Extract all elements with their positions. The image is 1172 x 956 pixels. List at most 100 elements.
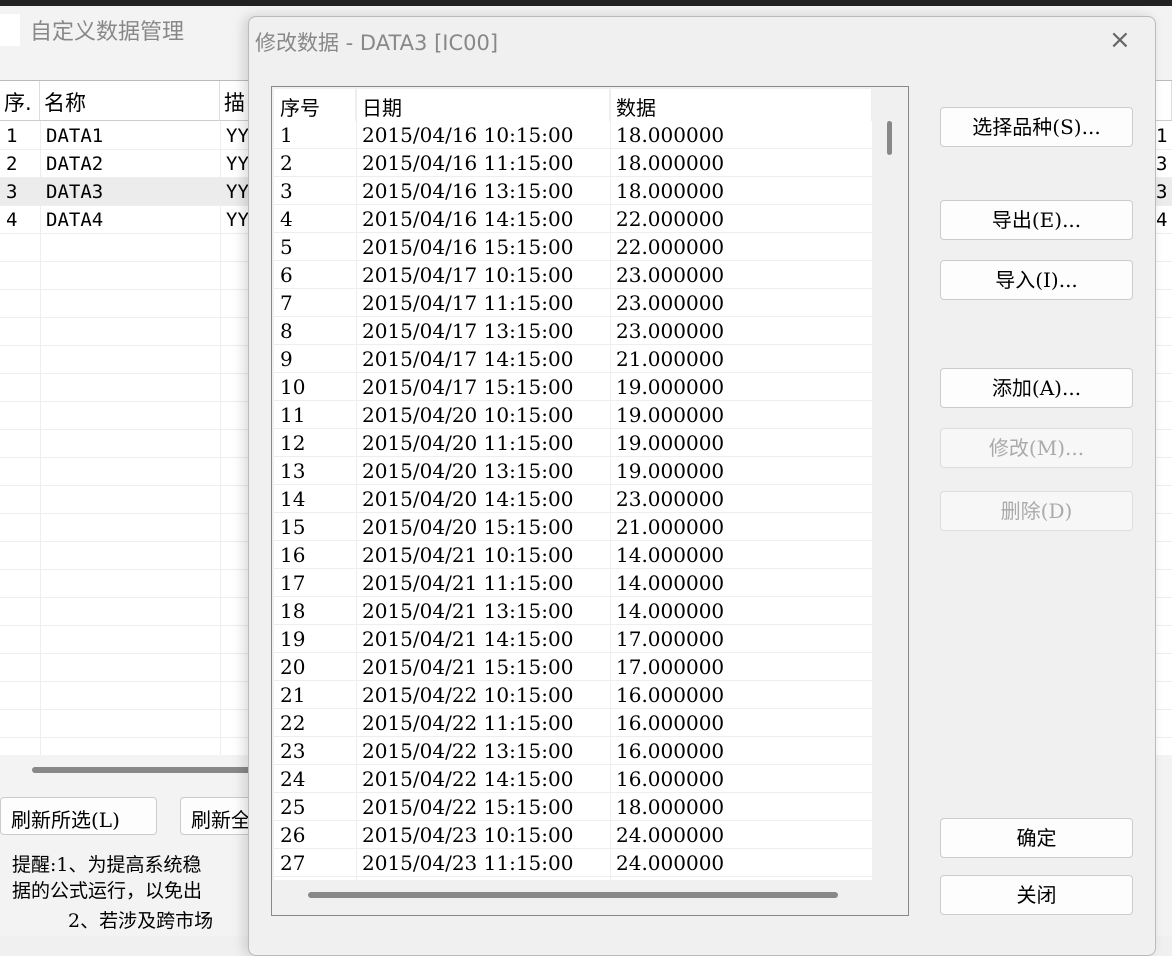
- cell-date: 2015/04/21 13:15:00: [362, 599, 574, 623]
- cell-no: 4: [6, 209, 18, 231]
- cell-date: 2015/04/20 13:15:00: [362, 459, 574, 483]
- column-header-value[interactable]: 数据: [610, 89, 872, 121]
- cell-date: 2015/04/17 14:15:00: [362, 347, 574, 371]
- cell-date: 2015/04/22 10:15:00: [362, 683, 574, 707]
- cell-index: 25: [280, 795, 306, 819]
- table-row[interactable]: 20 2015/04/21 15:15:00 17.000000: [274, 653, 872, 681]
- cell-value: 17.000000: [616, 655, 725, 679]
- cell-index: 23: [280, 739, 306, 763]
- cell-no: 1: [6, 125, 18, 147]
- table-row[interactable]: 10 2015/04/17 15:15:00 19.000000: [274, 373, 872, 401]
- app-icon: [0, 14, 20, 46]
- cell-value: 24.000000: [616, 851, 725, 875]
- import-button[interactable]: 导入(I)...: [940, 260, 1133, 300]
- cell-index: 17: [280, 571, 306, 595]
- modify-button[interactable]: 修改(M)...: [940, 428, 1133, 468]
- cell-date: 2015/04/22 11:15:00: [362, 711, 574, 735]
- cell-index: 10: [280, 375, 306, 399]
- horizontal-scrollbar-thumb[interactable]: [308, 892, 838, 898]
- export-button[interactable]: 导出(E)...: [940, 200, 1133, 240]
- table-row[interactable]: 13 2015/04/20 13:15:00 19.000000: [274, 457, 872, 485]
- cell-value: 18.000000: [616, 123, 725, 147]
- table-row[interactable]: 23 2015/04/22 13:15:00 16.000000: [274, 737, 872, 765]
- cell-date: 2015/04/21 15:15:00: [362, 655, 574, 679]
- cell-date: 2015/04/16 14:15:00: [362, 207, 574, 231]
- cell-index: 6: [280, 263, 293, 287]
- table-row[interactable]: 7 2015/04/17 11:15:00 23.000000: [274, 289, 872, 317]
- table-row[interactable]: 22 2015/04/22 11:15:00 16.000000: [274, 709, 872, 737]
- delete-button[interactable]: 删除(D): [940, 491, 1133, 531]
- cell-desc: YY: [226, 153, 249, 175]
- cell-index: 8: [280, 319, 293, 343]
- table-row[interactable]: 8 2015/04/17 13:15:00 23.000000: [274, 317, 872, 345]
- table-row[interactable]: 6 2015/04/17 10:15:00 23.000000: [274, 261, 872, 289]
- table-row[interactable]: 1 2015/04/16 10:15:00 18.000000: [274, 121, 872, 149]
- table-row[interactable]: 25 2015/04/22 15:15:00 18.000000: [274, 793, 872, 821]
- table-row[interactable]: 16 2015/04/21 10:15:00 14.000000: [274, 541, 872, 569]
- cell-value: 19.000000: [616, 431, 725, 455]
- table-row[interactable]: 21 2015/04/22 10:15:00 16.000000: [274, 681, 872, 709]
- column-header-date[interactable]: 日期: [356, 89, 610, 121]
- column-header-index[interactable]: 序.: [0, 81, 40, 121]
- cell-date: 2015/04/16 10:15:00: [362, 123, 574, 147]
- cell-date: 2015/04/22 14:15:00: [362, 767, 574, 791]
- table-row[interactable]: 3 2015/04/16 13:15:00 18.000000: [274, 177, 872, 205]
- main-list-horizontal-scrollbar[interactable]: [32, 767, 252, 773]
- cell-right: 4: [1156, 209, 1168, 231]
- cell-index: 20: [280, 655, 306, 679]
- cell-date: 2015/04/16 13:15:00: [362, 179, 574, 203]
- column-header-name[interactable]: 名称: [40, 81, 220, 121]
- close-button[interactable]: 关闭: [940, 875, 1133, 915]
- data-list[interactable]: 序号 日期 数据 1 2015/04/16 10:15:00 18.000000 2 2…: [271, 86, 909, 916]
- cell-date: 2015/04/20 11:15:00: [362, 431, 574, 455]
- table-row[interactable]: 2 2015/04/16 11:15:00 18.000000: [274, 149, 872, 177]
- cell-value: 22.000000: [616, 207, 725, 231]
- cell-value: 14.000000: [616, 571, 725, 595]
- dialog-title: 修改数据 - DATA3 [IC00]: [255, 31, 499, 55]
- cell-date: 2015/04/20 15:15:00: [362, 515, 574, 539]
- cell-value: 23.000000: [616, 291, 725, 315]
- cell-index: 15: [280, 515, 306, 539]
- table-row[interactable]: 18 2015/04/21 13:15:00 14.000000: [274, 597, 872, 625]
- cell-index: 14: [280, 487, 306, 511]
- cell-index: 11: [280, 403, 306, 427]
- table-row[interactable]: 15 2015/04/20 15:15:00 21.000000: [274, 513, 872, 541]
- table-row[interactable]: 27 2015/04/23 11:15:00 24.000000: [274, 849, 872, 877]
- table-row[interactable]: 14 2015/04/20 14:15:00 23.000000: [274, 485, 872, 513]
- refresh-selected-button[interactable]: 刷新所选(L): [0, 797, 157, 835]
- cell-date: 2015/04/16 11:15:00: [362, 151, 574, 175]
- cell-value: 19.000000: [616, 375, 725, 399]
- cell-value: 23.000000: [616, 263, 725, 287]
- add-button[interactable]: 添加(A)...: [940, 368, 1133, 408]
- cell-index: 22: [280, 711, 306, 735]
- cell-index: 12: [280, 431, 306, 455]
- cell-index: 5: [280, 235, 293, 259]
- data-list-body[interactable]: 序号 日期 数据 1 2015/04/16 10:15:00 18.000000 2 2…: [274, 89, 872, 880]
- table-row[interactable]: 24 2015/04/22 14:15:00 16.000000: [274, 765, 872, 793]
- cell-index: 21: [280, 683, 306, 707]
- cell-value: 16.000000: [616, 711, 725, 735]
- cell-value: 17.000000: [616, 627, 725, 651]
- table-row[interactable]: 11 2015/04/20 10:15:00 19.000000: [274, 401, 872, 429]
- table-row[interactable]: 5 2015/04/16 15:15:00 22.000000: [274, 233, 872, 261]
- cell-date: 2015/04/23 11:15:00: [362, 851, 574, 875]
- table-row[interactable]: 19 2015/04/21 14:15:00 17.000000: [274, 625, 872, 653]
- table-row[interactable]: 4 2015/04/16 14:15:00 22.000000: [274, 205, 872, 233]
- cell-desc: YY: [226, 181, 249, 203]
- select-symbol-button[interactable]: 选择品种(S)...: [940, 107, 1133, 147]
- table-row[interactable]: 17 2015/04/21 11:15:00 14.000000: [274, 569, 872, 597]
- table-row[interactable]: 12 2015/04/20 11:15:00 19.000000: [274, 429, 872, 457]
- ok-button[interactable]: 确定: [940, 818, 1133, 858]
- cell-date: 2015/04/17 10:15:00: [362, 263, 574, 287]
- cell-name: DATA4: [46, 209, 104, 231]
- cell-right: 3: [1156, 153, 1168, 175]
- table-row[interactable]: 26 2015/04/23 10:15:00 24.000000: [274, 821, 872, 849]
- column-header-index[interactable]: 序号: [274, 89, 356, 121]
- cell-value: 23.000000: [616, 487, 725, 511]
- table-row[interactable]: 9 2015/04/17 14:15:00 21.000000: [274, 345, 872, 373]
- note-line-3: 2、若涉及跨市场: [68, 910, 214, 932]
- cell-value: 22.000000: [616, 235, 725, 259]
- vertical-scrollbar-thumb[interactable]: [887, 121, 892, 155]
- cell-value: 21.000000: [616, 347, 725, 371]
- close-icon[interactable]: ×: [1109, 25, 1131, 55]
